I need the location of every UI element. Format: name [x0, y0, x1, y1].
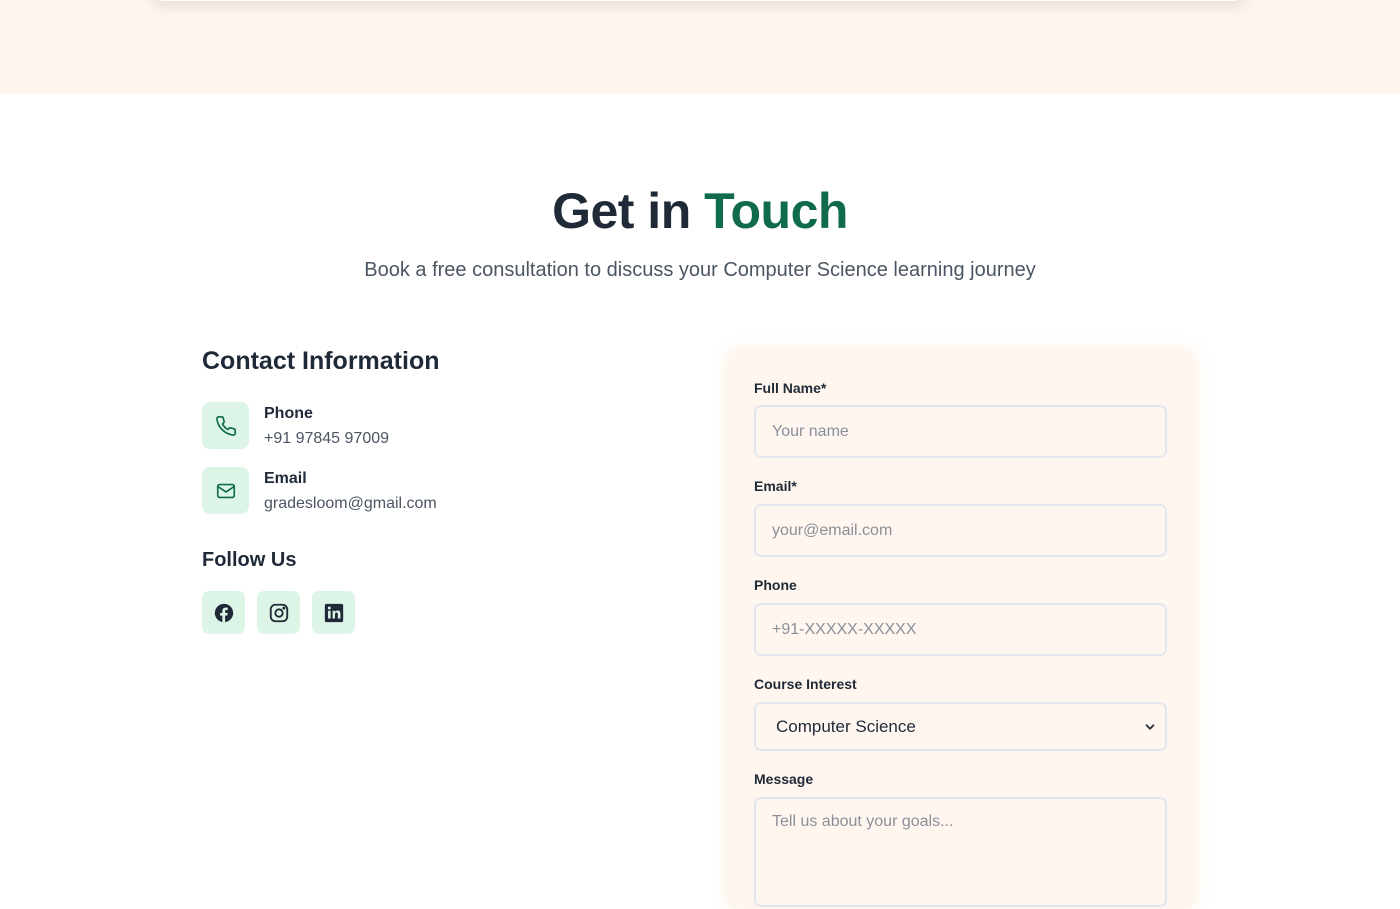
heading-text: Get in	[552, 183, 691, 239]
full-name-input[interactable]	[754, 405, 1167, 458]
email-value: gradesloom@gmail.com	[264, 495, 437, 512]
email-input[interactable]	[754, 504, 1167, 557]
top-band	[0, 0, 1400, 94]
instagram-link[interactable]	[257, 591, 300, 634]
section-subheading: Book a free consultation to discuss your…	[364, 259, 1036, 281]
phone-label: Phone	[264, 405, 313, 422]
section-heading: Get in Touch	[0, 182, 1400, 240]
chevron-down-icon	[1145, 723, 1155, 730]
course-interest-value: Computer Science	[776, 716, 916, 736]
linkedin-link[interactable]	[312, 591, 355, 634]
phone-input[interactable]	[754, 603, 1167, 656]
contact-phone-row: Phone +91 97845 97009	[202, 402, 389, 449]
phone-icon	[202, 402, 249, 449]
course-interest-label: Course Interest	[754, 676, 857, 692]
email-field-label: Email*	[754, 478, 797, 494]
message-textarea[interactable]	[754, 797, 1167, 907]
follow-us-title: Follow Us	[202, 549, 297, 571]
facebook-icon	[214, 603, 233, 622]
contact-email-row: Email gradesloom@gmail.com	[202, 467, 437, 514]
instagram-icon	[269, 603, 288, 622]
contact-form: Full Name* Email* Phone Course Interest …	[726, 349, 1196, 909]
social-links	[202, 591, 355, 634]
message-label: Message	[754, 771, 814, 787]
phone-field-label: Phone	[754, 577, 797, 593]
email-label: Email	[264, 470, 307, 487]
full-name-label: Full Name*	[754, 380, 827, 396]
phone-value: +91 97845 97009	[264, 430, 390, 447]
facebook-link[interactable]	[202, 591, 245, 634]
mail-icon	[202, 467, 249, 514]
linkedin-icon	[324, 603, 343, 622]
heading-accent: Touch	[704, 183, 848, 239]
contact-info-title: Contact Information	[202, 347, 440, 375]
course-interest-select[interactable]: Computer Science	[754, 702, 1167, 751]
top-card-edge	[150, 0, 1248, 1]
